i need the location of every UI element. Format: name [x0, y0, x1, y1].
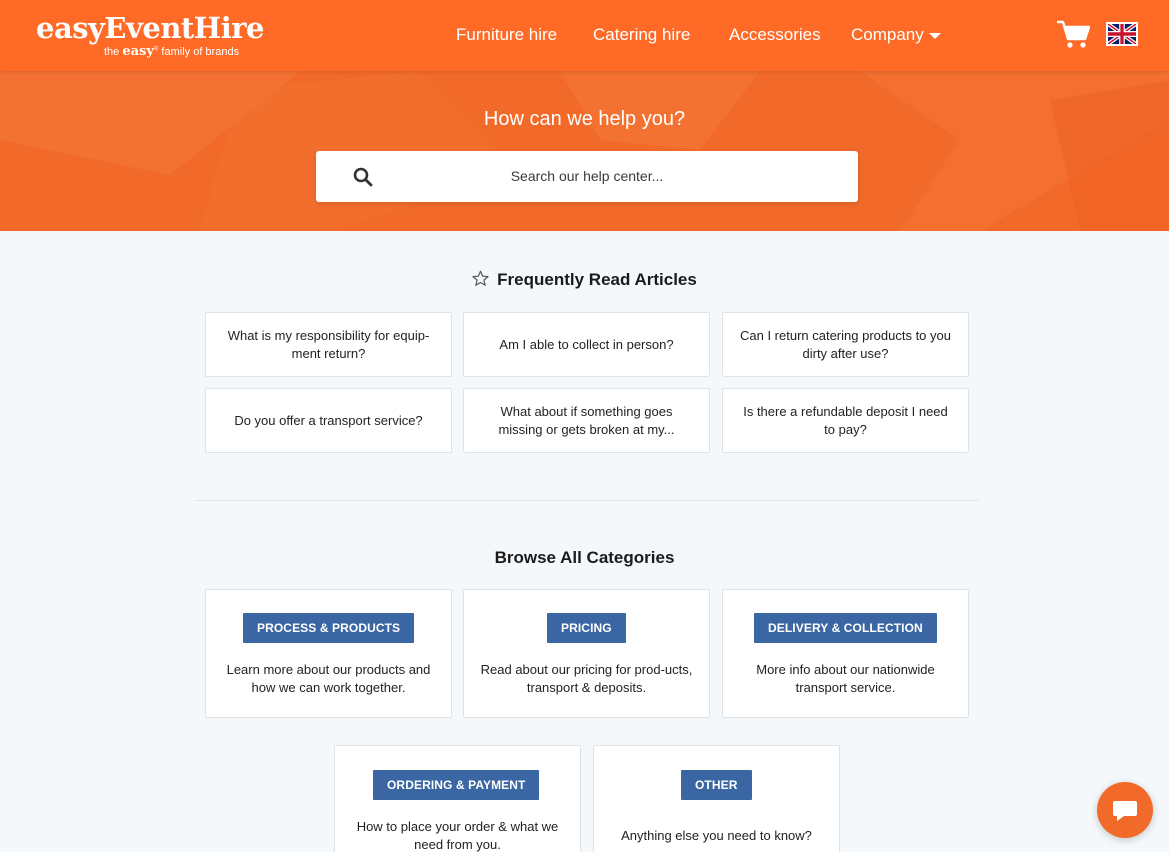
category-badge: PROCESS & PRODUCTS [243, 613, 415, 643]
category-badge: ORDERING & PAYMENT [373, 770, 540, 800]
category-description: Anything else you need to know? [621, 828, 812, 843]
search-placeholder: Search our help center... [510, 168, 664, 184]
tagline-suffix: family of brands [161, 46, 240, 58]
tagline-mark: ® [153, 46, 159, 53]
article-card[interactable]: Am I able to collect in person? [463, 312, 710, 377]
category-description: More info about our nationwide transport… [756, 662, 935, 695]
nav-company-label: Company [851, 25, 924, 44]
category-card-pricing[interactable]: PRICING Read about our pricing for prod-… [463, 589, 710, 718]
category-badge: DELIVERY & COLLECTION [754, 613, 937, 643]
section-divider [196, 500, 978, 501]
star-icon [472, 270, 489, 286]
chat-bubble-icon [1113, 801, 1137, 821]
brand-logo[interactable]: easyEventHire the easy® family of brands [36, 11, 264, 59]
logo-tagline: the easy® family of brands [104, 44, 239, 59]
article-card[interactable]: What about if something goes missing or … [463, 388, 710, 453]
nav-furniture-hire[interactable]: Furniture hire [456, 24, 557, 46]
frequent-articles-title: Frequently Read Articles [497, 270, 697, 289]
hero-title: How can we help you? [483, 108, 686, 130]
category-description: How to place your order & what we need f… [356, 819, 559, 852]
category-card-ordering-payment[interactable]: ORDERING & PAYMENT How to place your ord… [334, 745, 581, 852]
article-card[interactable]: What is my responsibility for equip-ment… [205, 312, 452, 377]
tagline-prefix: the [104, 46, 120, 58]
tagline-brand: easy [122, 44, 154, 59]
chevron-down-icon [928, 32, 941, 39]
category-card-process-products[interactable]: PROCESS & PRODUCTS Learn more about our … [205, 589, 452, 718]
categories-heading: Browse All Categories [494, 548, 675, 567]
category-card-delivery-collection[interactable]: DELIVERY & COLLECTION More info about ou… [722, 589, 969, 718]
category-badge: OTHER [681, 770, 752, 800]
article-card[interactable]: Is there a refundable deposit I need to … [722, 388, 969, 453]
help-search-input[interactable]: Search our help center... [316, 151, 858, 202]
nav-accessories[interactable]: Accessories [729, 24, 821, 46]
frequent-articles-heading: Frequently Read Articles [0, 270, 1169, 290]
category-description: Learn more about our products and how we… [226, 662, 431, 695]
top-navigation-bar: easyEventHire the easy® family of brands… [0, 0, 1169, 71]
cart-icon[interactable] [1056, 19, 1090, 49]
category-card-other[interactable]: OTHER Anything else you need to know? [593, 745, 840, 852]
article-card[interactable]: Can I return catering products to you di… [722, 312, 969, 377]
uk-flag-icon[interactable] [1106, 22, 1138, 46]
article-card[interactable]: Do you offer a transport service? [205, 388, 452, 453]
nav-company-dropdown[interactable]: Company [851, 24, 941, 46]
chat-launcher-button[interactable] [1097, 782, 1153, 838]
category-description: Read about our pricing for prod-ucts, tr… [480, 662, 693, 695]
logo-wordmark: easyEventHire [36, 11, 264, 45]
category-badge: PRICING [547, 613, 626, 643]
nav-catering-hire[interactable]: Catering hire [593, 24, 690, 46]
